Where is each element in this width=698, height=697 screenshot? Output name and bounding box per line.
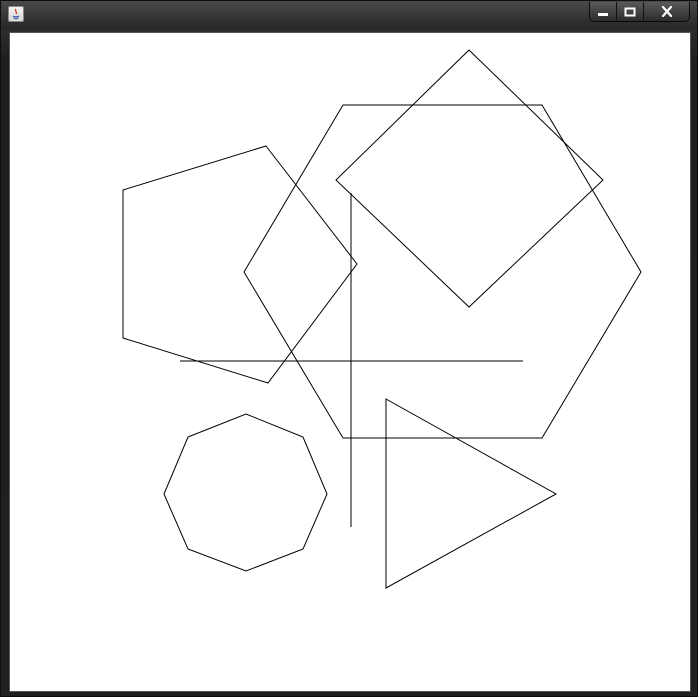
drawing-canvas[interactable] [9,32,691,692]
close-icon [661,6,672,17]
octagon-outline [163,413,328,572]
large-hexagon-outline [243,104,642,439]
pentagon-outline [122,145,358,384]
app-window [0,0,698,697]
minimize-button[interactable] [590,2,616,21]
maximize-button[interactable] [616,2,643,21]
java-app-icon[interactable] [8,6,24,22]
minimize-icon [598,12,608,16]
triangle-outline [385,398,558,589]
shapes-layer [122,49,642,589]
title-bar[interactable] [1,1,697,29]
maximize-icon [624,7,636,16]
diamond-outline [335,49,604,308]
window-controls [589,2,690,22]
close-button[interactable] [643,2,689,21]
